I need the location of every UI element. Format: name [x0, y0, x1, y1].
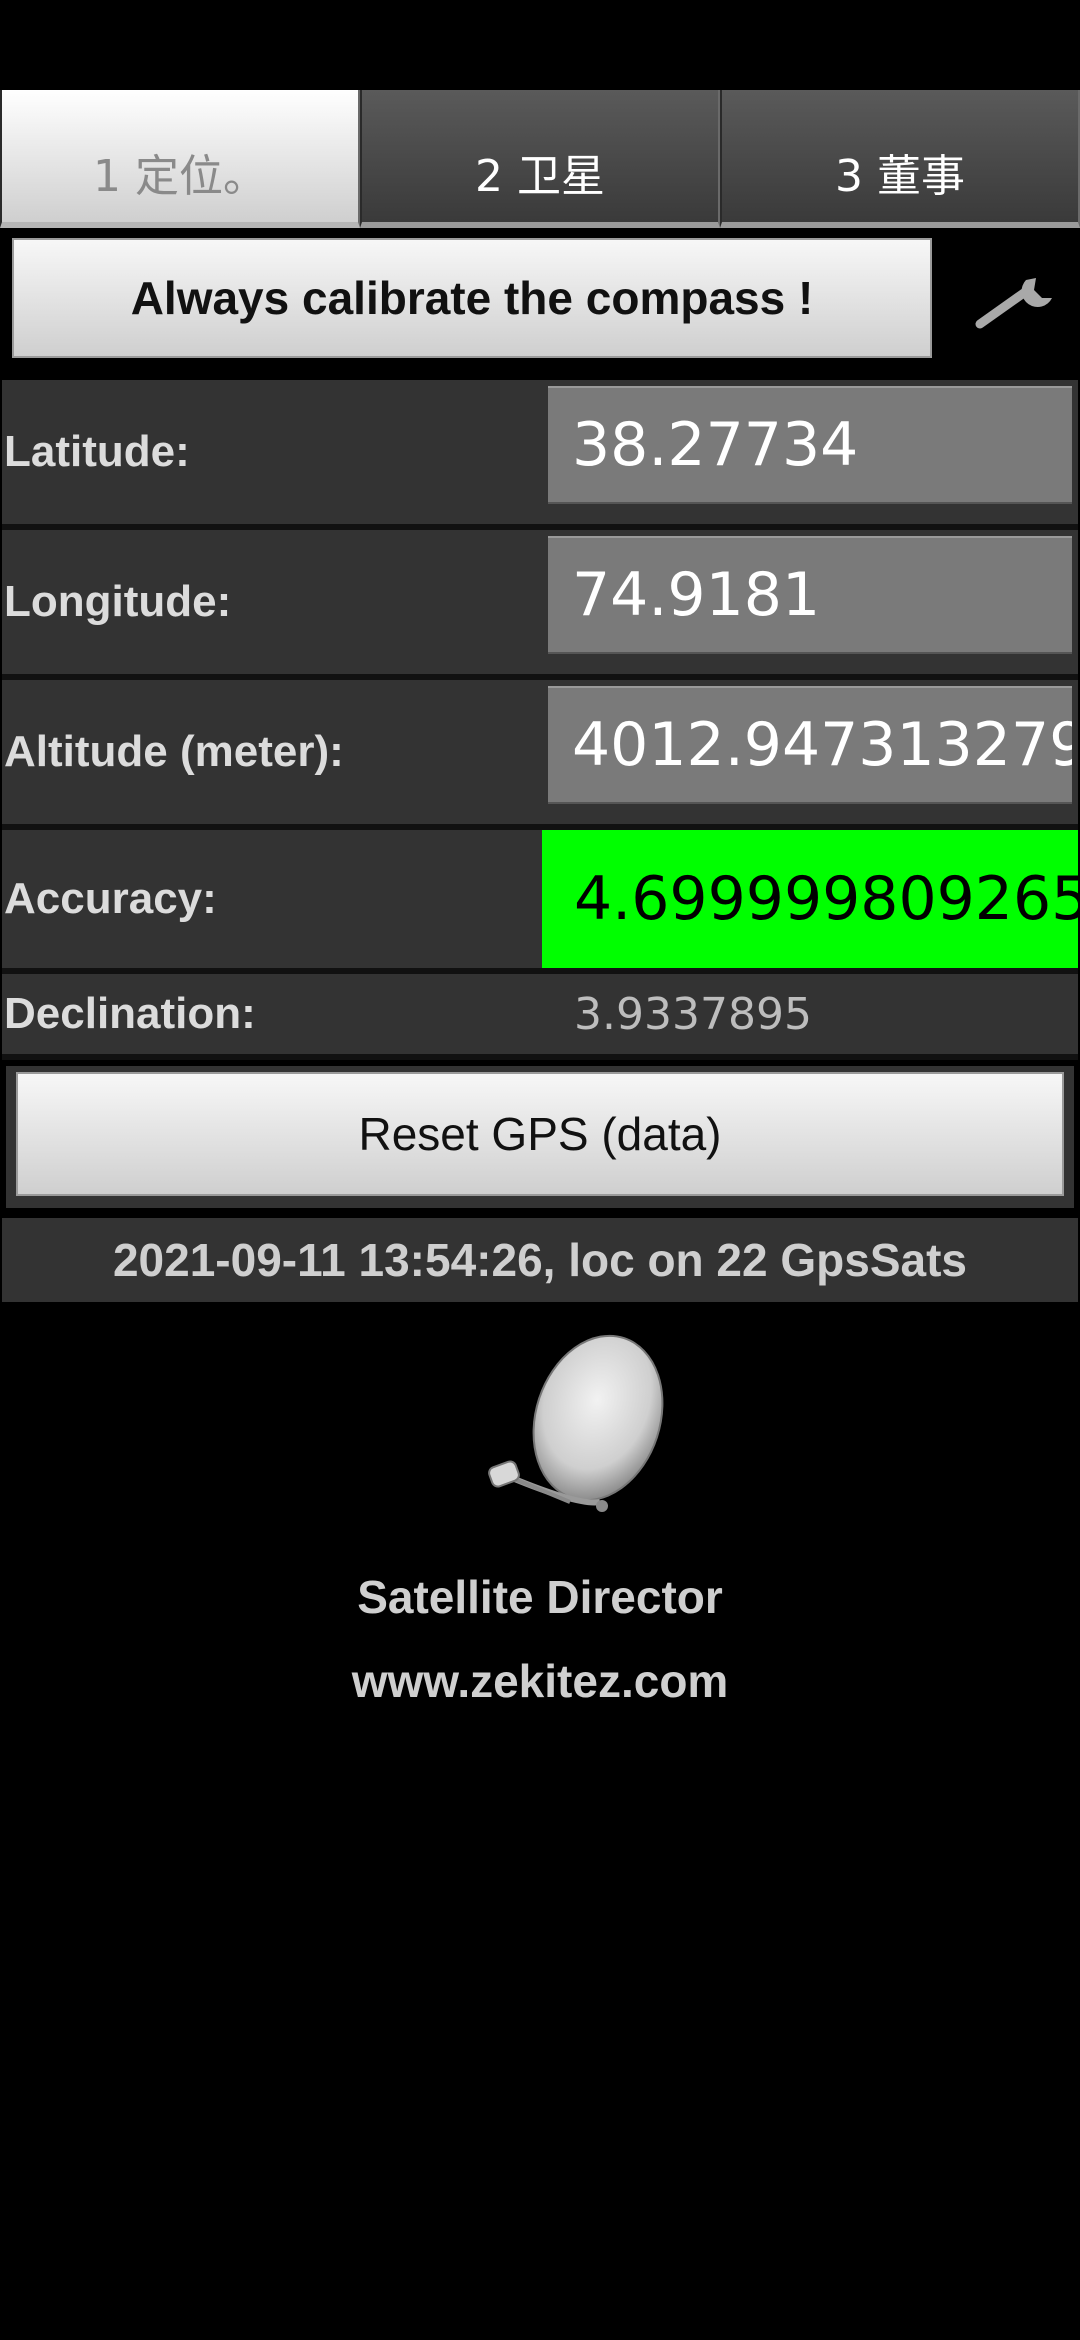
tab-bar: 1 定位。 2 卫星 3 董事 [0, 90, 1080, 230]
tab-satellites-label: 2 卫星 [475, 151, 605, 202]
tab-satellites[interactable]: 2 卫星 [360, 90, 720, 228]
longitude-row: Longitude: 74.9181 [2, 530, 1078, 680]
wrench-icon[interactable] [972, 268, 1058, 332]
reset-gps-label: Reset GPS (data) [358, 1108, 722, 1160]
latitude-value: 38.27734 [548, 386, 1072, 504]
app-url-link[interactable]: www.zekitez.com [0, 1654, 1080, 1708]
declination-row: Declination: 3.9337895 [2, 974, 1078, 1060]
latitude-label: Latitude: [4, 427, 190, 476]
app-name: Satellite Director [357, 1571, 723, 1623]
gps-status-text: 2021-09-11 13:54:26, loc on 22 GpsSats [112, 1234, 968, 1286]
declination-value: 3.9337895 [574, 988, 812, 1040]
gps-status: 2021-09-11 13:54:26, loc on 22 GpsSats [2, 1218, 1078, 1302]
satellite-dish-icon [488, 1334, 664, 1512]
altitude-label: Altitude (meter): [4, 727, 344, 776]
reset-gps-button[interactable]: Reset GPS (data) [16, 1072, 1064, 1196]
accuracy-value: 4.699999809265 [542, 830, 1078, 968]
tab-location-label: 1 定位。 [93, 151, 267, 202]
tab-location[interactable]: 1 定位。 [0, 90, 360, 228]
calibrate-compass-label: Always calibrate the compass ! [130, 272, 814, 324]
latitude-row: Latitude: 38.27734 [2, 380, 1078, 530]
altitude-row: Altitude (meter): 4012.947313279 [2, 680, 1078, 830]
calibrate-row: Always calibrate the compass ! [12, 238, 1070, 362]
accuracy-label: Accuracy: [4, 874, 217, 923]
reset-row: Reset GPS (data) [6, 1066, 1074, 1208]
declination-label: Declination: [4, 989, 256, 1038]
tab-director-label: 3 董事 [835, 151, 965, 202]
altitude-value: 4012.947313279 [548, 686, 1072, 804]
longitude-value: 74.9181 [548, 536, 1072, 654]
accuracy-row: Accuracy: 4.699999809265 [2, 830, 1078, 974]
longitude-label: Longitude: [4, 577, 232, 626]
screen: 1 定位。 2 卫星 3 董事 Always calibrate the com… [0, 0, 1080, 2340]
calibrate-compass-button[interactable]: Always calibrate the compass ! [12, 238, 932, 358]
tab-director[interactable]: 3 董事 [720, 90, 1080, 228]
